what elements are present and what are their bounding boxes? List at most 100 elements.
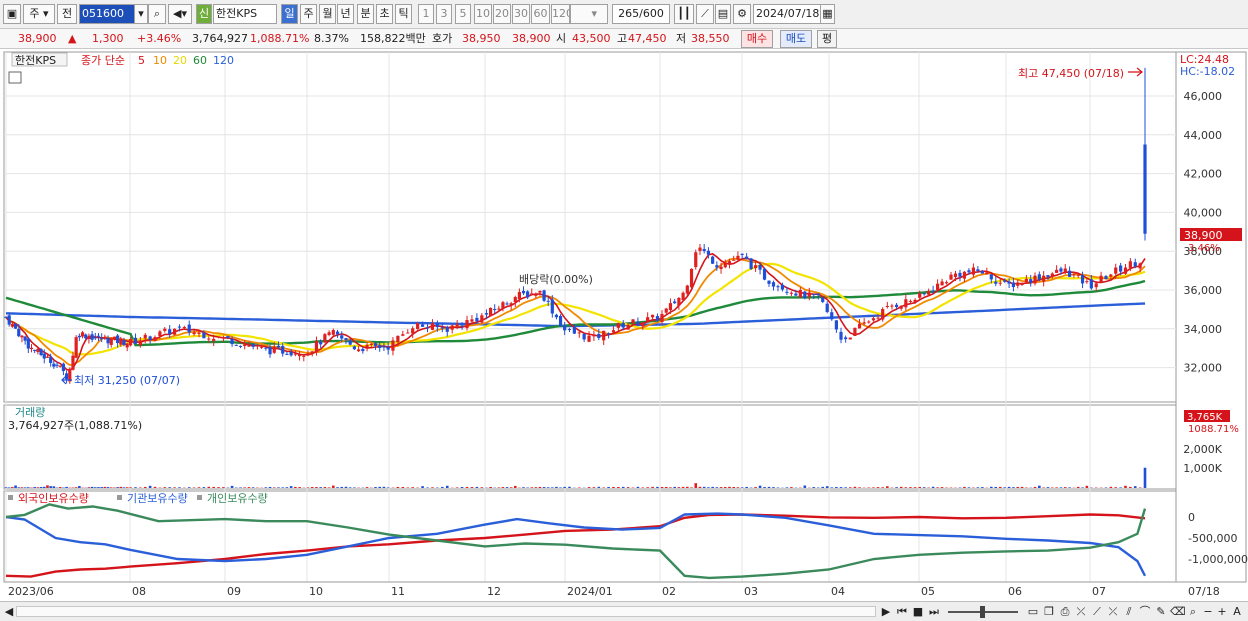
eval-button[interactable]: 평 (817, 30, 837, 48)
zoom-out-icon[interactable]: − (1202, 604, 1214, 620)
calendar-icon[interactable]: ▦ (820, 4, 835, 24)
channel-icon[interactable]: ⫽ (1122, 604, 1136, 620)
fibonacci-icon[interactable]: ⤫ (1106, 604, 1120, 620)
forward-icon[interactable]: ⏭ (926, 604, 942, 620)
volume-bar (895, 487, 898, 488)
volume-bar (732, 486, 736, 488)
candle-body (1063, 268, 1067, 272)
volume-bar (626, 487, 630, 488)
code-dropdown-icon[interactable]: ▾ (134, 4, 148, 24)
speaker-icon[interactable]: ◀▾ (168, 4, 192, 24)
candle-body (122, 340, 126, 346)
copy-icon[interactable]: ❐ (1042, 604, 1056, 620)
period-tab[interactable]: 년 (337, 4, 354, 24)
volume-bar (918, 486, 921, 488)
zoom-slider-handle[interactable] (980, 606, 985, 618)
candle-body (260, 346, 264, 348)
arc-icon[interactable]: ⌒ (1138, 604, 1152, 620)
candle-type-icon[interactable]: ┃┃ (674, 4, 694, 24)
eraser-icon[interactable]: ⌫ (1170, 604, 1186, 620)
period-tab[interactable]: 분 (357, 4, 374, 24)
cross-icon[interactable]: ⤫ (1074, 604, 1088, 620)
interval-button[interactable]: 120 (551, 4, 570, 24)
zoom-in-icon[interactable]: + (1216, 604, 1228, 620)
stop-icon[interactable]: ■ (911, 604, 925, 620)
volume-bar (1055, 487, 1058, 488)
gear-icon[interactable]: ⚙ (733, 4, 751, 24)
period-tab[interactable]: 주 (300, 4, 317, 24)
candle-body (323, 334, 327, 343)
volume-bar (563, 486, 566, 488)
stock-chart[interactable]: 46,00044,00042,00040,00038,00036,00034,0… (0, 50, 1248, 601)
interval-button[interactable]: 30 (512, 4, 530, 24)
x-tick-label: 12 (487, 585, 501, 598)
volume-bar (122, 487, 126, 488)
rewind-icon[interactable]: ⏮ (894, 604, 910, 620)
period-tab[interactable]: 틱 (395, 4, 412, 24)
interval-button[interactable]: 10 (474, 4, 492, 24)
volume-bar (100, 487, 103, 488)
volume-bar (719, 487, 723, 488)
volume-bar (754, 487, 757, 488)
zoom-icon[interactable]: ⌕ (1186, 604, 1200, 620)
interval-button[interactable]: 3 (436, 4, 452, 24)
volume-bar (74, 487, 78, 488)
sell-button[interactable]: 매도 (780, 30, 812, 48)
candle-body (913, 299, 917, 303)
candle-body (530, 293, 534, 296)
legend-table-icon[interactable] (8, 71, 22, 84)
price-change-pct: +3.46% (137, 32, 182, 45)
volume-bar (272, 487, 276, 488)
period-tab[interactable]: 초 (376, 4, 393, 24)
scroll-track[interactable] (16, 606, 876, 617)
volume-bar (143, 486, 147, 488)
font-size-icon[interactable]: A (1230, 604, 1244, 620)
volume-bar (207, 486, 211, 488)
volume-bar (542, 487, 546, 488)
trend-line-icon[interactable]: ⟋ (1090, 604, 1104, 620)
candle-body (794, 293, 798, 296)
candle-body (685, 285, 689, 294)
period-tab[interactable]: 일 (281, 4, 298, 24)
interval-button[interactable]: 20 (493, 4, 511, 24)
volume-bar (39, 487, 43, 488)
search-icon[interactable]: ⌕ (148, 4, 166, 24)
price-tick-label: 40,000 (1184, 206, 1223, 219)
period-tab[interactable]: 월 (319, 4, 336, 24)
volume-bar (636, 486, 640, 488)
line-tool-icon[interactable]: ⟋ (696, 4, 714, 24)
chart-menu-icon[interactable]: ▣ (3, 4, 21, 24)
prev-stock-button[interactable]: 전 (57, 4, 77, 24)
candle-body (172, 328, 177, 335)
interval-button[interactable]: 5 (455, 4, 471, 24)
candle-body (276, 345, 281, 348)
scroll-right-icon[interactable]: ▶ (880, 604, 892, 620)
candle-body (202, 332, 206, 339)
stock-name-field[interactable]: 한전KPS (213, 4, 277, 24)
holding-legend-marker (117, 495, 122, 500)
volume-bar (728, 486, 731, 488)
volume-bar (534, 487, 538, 488)
text-tool-icon[interactable]: ✎ (1154, 604, 1168, 620)
print-icon[interactable]: ⎙ (1058, 604, 1072, 620)
bar-count-field[interactable]: 265/600 (612, 4, 670, 24)
volume-bar (148, 485, 152, 488)
candle-body (538, 290, 542, 293)
market-select[interactable]: 주 ▾ (23, 4, 55, 24)
candle-body (1055, 269, 1059, 273)
buy-button[interactable]: 매수 (741, 30, 773, 48)
save-icon[interactable]: ▤ (715, 4, 731, 24)
interval-button[interactable]: 60 (531, 4, 550, 24)
volume-bar (264, 487, 268, 488)
candle-body (87, 336, 91, 339)
volume-bar (505, 487, 509, 488)
volume-bar (940, 487, 944, 488)
scroll-left-icon[interactable]: ◀ (3, 604, 15, 620)
volume-bar (772, 487, 775, 488)
holding-legend-label: 개인보유수량 (207, 492, 268, 505)
interval-button[interactable]: 1 (418, 4, 434, 24)
custom-interval-select[interactable]: ▾ (570, 4, 608, 24)
window-icon[interactable]: ▭ (1026, 604, 1040, 620)
stock-code-input[interactable]: 051600 (79, 4, 135, 24)
volume-bar (239, 487, 242, 488)
